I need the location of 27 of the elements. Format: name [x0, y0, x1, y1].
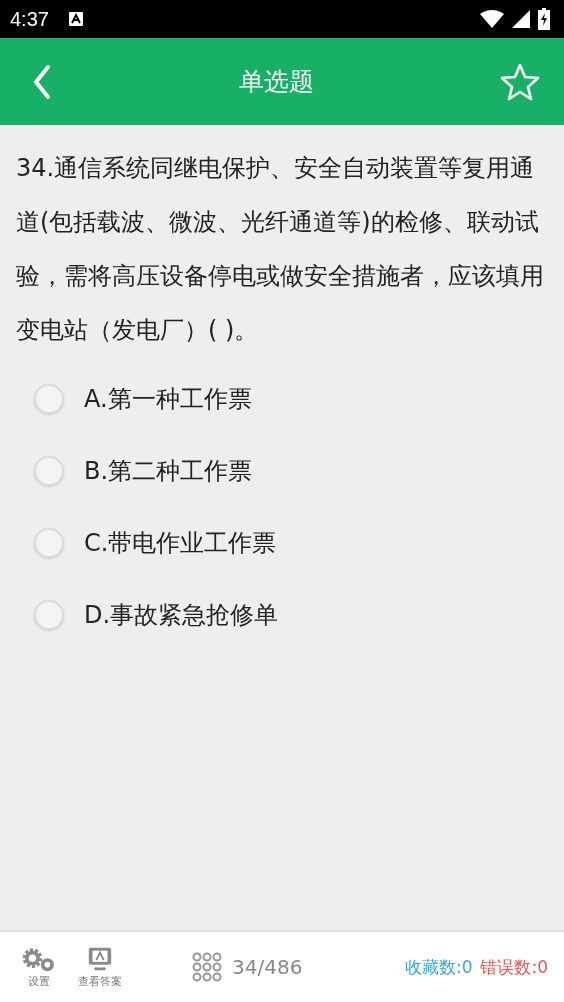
battery-icon: [538, 8, 550, 30]
status-time: 4:37: [10, 7, 49, 31]
signal-icon: [512, 10, 530, 28]
answer-option[interactable]: C.带电作业工作票: [34, 507, 548, 579]
option-label: A.第一种工作票: [84, 384, 252, 415]
radio-button[interactable]: [34, 528, 64, 558]
settings-button[interactable]: 设置: [20, 945, 58, 989]
question-text: 34.通信系统同继电保护、安全自动装置等复用通道(包括载波、微波、光纤通道等)的检修、联动试验，需将高压设备停电或做安全措施者，应该填用变电站（发电厂）( )。: [16, 153, 545, 346]
radio-button[interactable]: [34, 456, 64, 486]
notification-icon: [68, 12, 83, 26]
radio-button[interactable]: [34, 600, 64, 630]
errors-count: 错误数:0: [480, 955, 548, 979]
star-icon[interactable]: [500, 61, 540, 102]
page-title: 单选题: [238, 66, 314, 98]
grid-icon[interactable]: [192, 952, 222, 982]
option-label: D.事故紧急抢修单: [84, 600, 279, 631]
radio-button[interactable]: [34, 384, 64, 414]
back-icon[interactable]: [32, 63, 52, 100]
answer-option[interactable]: D.事故紧急抢修单: [34, 579, 548, 651]
favorites-count: 收藏数:0: [404, 955, 473, 979]
wifi-icon: [480, 10, 504, 28]
option-label: C.带电作业工作票: [84, 528, 277, 559]
option-label: B.第二种工作票: [84, 456, 253, 487]
question-counter: 34/486: [232, 955, 303, 979]
answer-option[interactable]: A.第一种工作票: [34, 363, 548, 435]
answer-option[interactable]: B.第二种工作票: [34, 435, 548, 507]
view-answer-button[interactable]: 查看答案: [78, 945, 122, 989]
